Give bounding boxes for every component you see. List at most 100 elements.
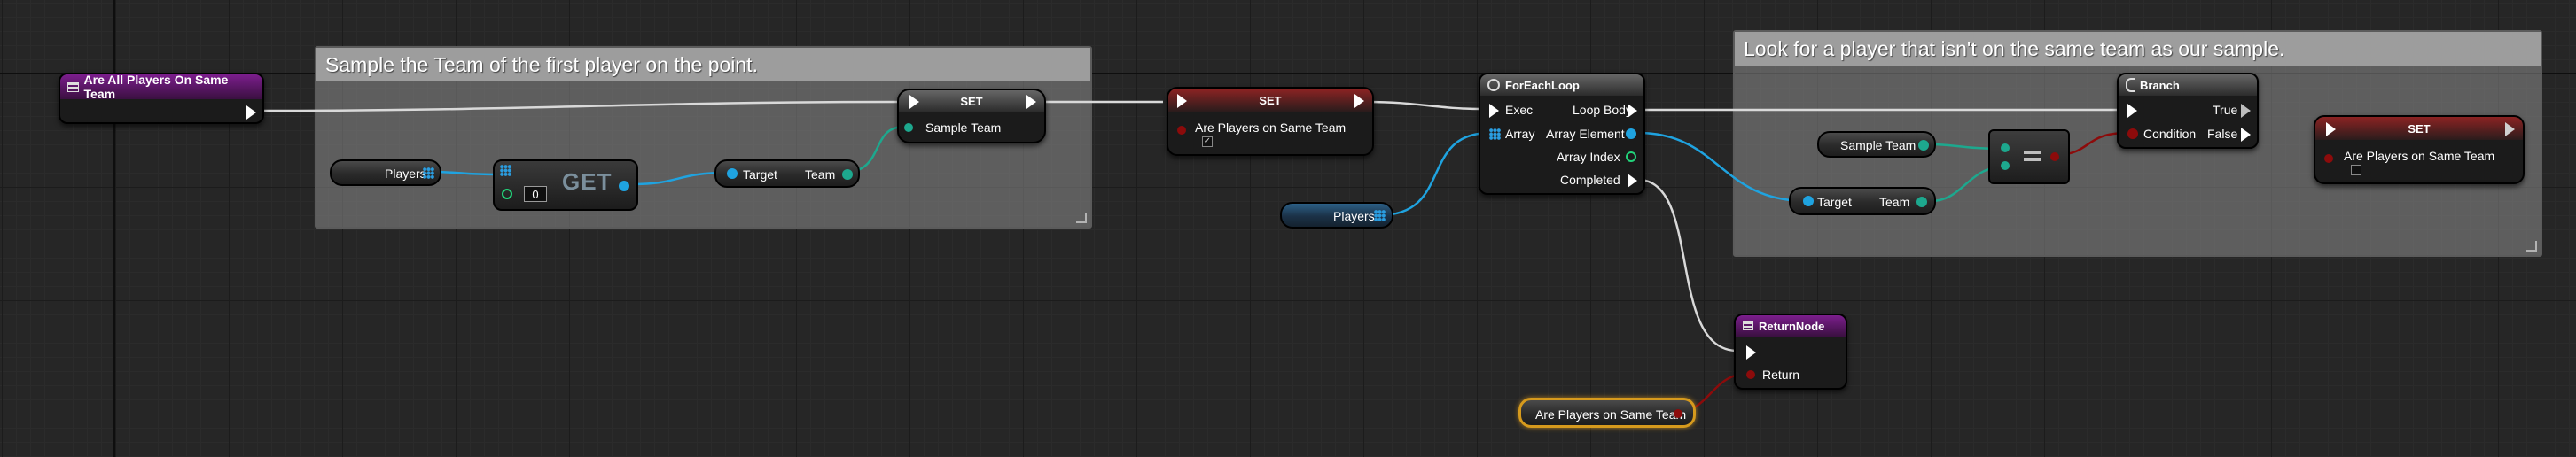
value-checkbox[interactable]: ✓ (1202, 136, 1213, 147)
target-in-pin[interactable] (727, 168, 738, 179)
struct-in-pin[interactable] (904, 123, 913, 132)
exec-wire (1637, 178, 1738, 352)
true-out-pin[interactable] (2241, 104, 2251, 118)
true-label: True (2213, 103, 2238, 117)
team-label: Team (805, 167, 836, 182)
array-out-pin[interactable] (1374, 210, 1386, 221)
array-index-out-pin[interactable] (1626, 151, 1636, 162)
array-element-label: Array Element (1546, 127, 1625, 141)
array-in-pin[interactable] (1489, 128, 1501, 140)
branch-icon (2126, 78, 2135, 92)
variable-label: Sample Team (1840, 138, 1916, 152)
variable-label: Players (1333, 209, 1375, 223)
exec-in-pin[interactable] (2127, 104, 2137, 118)
loop-body-out-pin[interactable] (1628, 104, 1637, 118)
sample-team-variable-getter[interactable]: Sample Team (1817, 131, 1936, 158)
function-icon (1743, 321, 1753, 330)
node-title: SET (1259, 93, 1282, 107)
pin-label: Are Players on Same Team (2344, 149, 2495, 163)
pin-label: Are Players on Same Team (1195, 120, 1347, 135)
not-equal-icon (2024, 151, 2041, 154)
variable-label: Players (385, 167, 426, 181)
team-getter-node[interactable]: Target Team (1789, 187, 1936, 215)
false-out-pin[interactable] (2241, 128, 2251, 142)
team-label: Team (1879, 195, 1910, 209)
array-index-label: Array Index (1557, 150, 1620, 164)
variable-label: Are Players on Same Team (1535, 407, 1687, 422)
function-entry-node[interactable]: Are All Players On Same Team (59, 73, 264, 124)
players-variable-getter[interactable]: Players (1280, 202, 1393, 228)
node-header: Are All Players On Same Team (60, 73, 262, 101)
array-get-node[interactable]: 0 GET (493, 159, 638, 211)
struct-in-pin-b[interactable] (2001, 161, 2010, 170)
struct-out-pin[interactable] (842, 169, 853, 180)
target-in-pin[interactable] (1803, 196, 1814, 206)
condition-in-pin[interactable] (2127, 128, 2138, 139)
exec-out-pin[interactable] (1354, 94, 1364, 108)
exec-in-pin[interactable] (909, 95, 919, 109)
exec-out-pin[interactable] (2505, 122, 2515, 136)
not-equal-compare-node[interactable] (1988, 129, 2070, 184)
exec-wire (258, 100, 900, 112)
bool-out-pin[interactable] (2050, 152, 2059, 161)
players-variable-getter[interactable]: Players (330, 159, 441, 186)
node-title: ReturnNode (1759, 319, 1825, 333)
exec-wire (1366, 100, 1483, 111)
struct-out-pin[interactable] (1918, 140, 1929, 151)
get-label: GET (562, 168, 613, 195)
exec-in-pin[interactable] (2326, 122, 2336, 136)
exec-in-pin[interactable] (1746, 345, 1756, 360)
array-in-pin[interactable] (500, 165, 511, 176)
function-icon (67, 81, 79, 92)
value-checkbox[interactable] (2351, 165, 2361, 175)
node-title: Branch (2140, 78, 2180, 92)
node-title: Are All Players On Same Team (83, 73, 229, 101)
set-sample-team-node[interactable]: SET Sample Team (897, 89, 1046, 143)
bool-out-pin[interactable] (1674, 409, 1682, 418)
return-in-pin[interactable] (1746, 370, 1755, 379)
return-node[interactable]: ReturnNode Return (1734, 314, 1847, 390)
team-getter-node[interactable]: Target Team (714, 159, 860, 188)
exec-out-pin[interactable] (246, 105, 256, 120)
node-header: SET (2315, 117, 2523, 140)
set-are-players-node[interactable]: SET Are Players on Same Team ✓ (1167, 87, 1374, 156)
branch-node[interactable]: Branch Condition True False (2117, 73, 2259, 149)
exec-out-pin[interactable] (1026, 95, 1036, 109)
object-out-pin[interactable] (619, 181, 629, 191)
pin-label: Sample Team (925, 120, 1002, 135)
index-input[interactable]: 0 (524, 186, 547, 202)
array-wire (1378, 131, 1491, 217)
node-header: SET (1168, 89, 1372, 112)
wires-layer (258, 100, 2128, 414)
node-title: ForEachLoop (1505, 78, 1580, 92)
node-header: Branch (2119, 74, 2257, 96)
target-label: Target (1817, 195, 1852, 209)
false-label: False (2207, 127, 2238, 141)
loop-icon (1487, 79, 1500, 91)
completed-out-pin[interactable] (1628, 174, 1637, 188)
loop-body-label: Loop Body (1573, 103, 1632, 117)
target-label: Target (743, 167, 777, 182)
node-header: ReturnNode (1736, 315, 1846, 337)
node-title: SET (2408, 121, 2431, 136)
array-label: Array (1505, 127, 1535, 141)
array-out-pin[interactable] (423, 167, 434, 179)
completed-label: Completed (1560, 173, 1620, 187)
bool-in-pin[interactable] (2324, 154, 2333, 163)
struct-out-pin[interactable] (1916, 197, 1927, 207)
foreach-loop-node[interactable]: ForEachLoop Exec Array Loop Body Array E… (1479, 73, 1645, 195)
exec-in-pin[interactable] (1489, 104, 1499, 118)
object-wire (1637, 131, 1807, 203)
node-header: ForEachLoop (1480, 74, 1643, 96)
array-element-out-pin[interactable] (1626, 128, 1636, 139)
node-title: SET (960, 94, 983, 108)
index-in-pin[interactable] (502, 189, 512, 199)
struct-in-pin-a[interactable] (2001, 143, 2010, 152)
set-are-players-node[interactable]: SET Are Players on Same Team (2314, 115, 2525, 184)
node-header: SET (899, 90, 1044, 112)
exec-label: Exec (1505, 103, 1534, 117)
are-players-variable-getter[interactable]: Are Players on Same Team (1518, 398, 1696, 428)
bool-in-pin[interactable] (1177, 126, 1186, 135)
return-label: Return (1762, 368, 1800, 382)
exec-in-pin[interactable] (1177, 94, 1187, 108)
